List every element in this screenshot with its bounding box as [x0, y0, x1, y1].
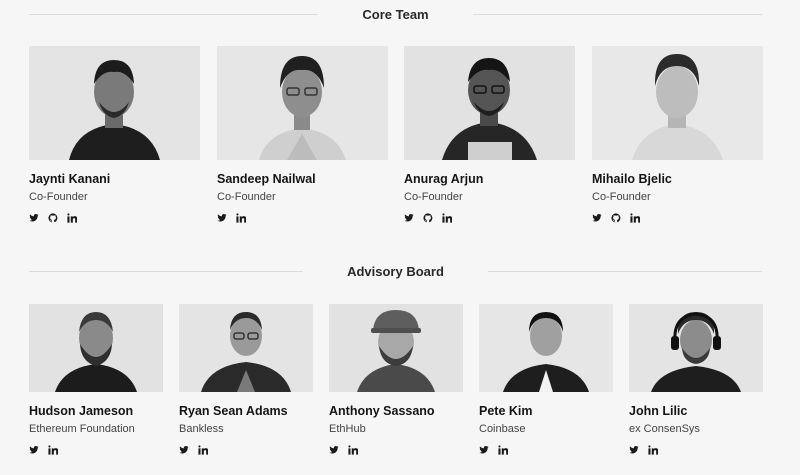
- twitter-icon[interactable]: [29, 213, 39, 223]
- linkedin-icon[interactable]: [67, 213, 77, 223]
- team-member-card: Anurag Arjun Co-Founder: [404, 46, 575, 223]
- linkedin-icon[interactable]: [48, 445, 58, 455]
- advisory-board-header: Advisory Board: [29, 261, 762, 281]
- member-photo: [29, 304, 163, 392]
- member-photo: [479, 304, 613, 392]
- member-name: John Lilic: [629, 404, 688, 418]
- twitter-icon[interactable]: [479, 445, 489, 455]
- member-role: Co-Founder: [29, 191, 88, 203]
- member-name: Anthony Sassano: [329, 404, 435, 418]
- twitter-icon[interactable]: [329, 445, 339, 455]
- team-member-card: Sandeep Nailwal Co-Founder: [217, 46, 388, 223]
- linkedin-icon[interactable]: [198, 445, 208, 455]
- advisor-card: Pete Kim Coinbase: [479, 304, 613, 455]
- member-role: Co-Founder: [592, 191, 651, 203]
- advisor-card: Ryan Sean Adams Bankless: [179, 304, 313, 455]
- section-title: Core Team: [362, 6, 429, 22]
- member-role: Ethereum Foundation: [29, 423, 135, 435]
- member-photo: [329, 304, 463, 392]
- member-photo: [592, 46, 763, 160]
- divider: [487, 270, 762, 272]
- advisor-card: John Lilic ex ConsenSys: [629, 304, 763, 455]
- member-name: Mihailo Bjelic: [592, 172, 672, 186]
- member-role: Co-Founder: [217, 191, 276, 203]
- member-photo: [217, 46, 388, 160]
- divider: [29, 270, 304, 272]
- linkedin-icon[interactable]: [648, 445, 658, 455]
- social-links: [329, 445, 463, 455]
- team-member-card: Mihailo Bjelic Co-Founder: [592, 46, 763, 223]
- member-role: Co-Founder: [404, 191, 463, 203]
- social-links: [179, 445, 313, 455]
- twitter-icon[interactable]: [404, 213, 414, 223]
- advisor-card: Hudson Jameson Ethereum Foundation: [29, 304, 163, 455]
- section-title: Advisory Board: [347, 263, 444, 279]
- member-photo: [29, 46, 200, 160]
- member-name: Jaynti Kanani: [29, 172, 111, 186]
- member-photo: [629, 304, 763, 392]
- github-icon[interactable]: [611, 213, 621, 223]
- twitter-icon[interactable]: [217, 213, 227, 223]
- twitter-icon[interactable]: [29, 445, 39, 455]
- member-name: Hudson Jameson: [29, 404, 134, 418]
- linkedin-icon[interactable]: [348, 445, 358, 455]
- member-name: Ryan Sean Adams: [179, 404, 288, 418]
- social-links: [217, 213, 388, 223]
- linkedin-icon[interactable]: [236, 213, 246, 223]
- team-member-card: Jaynti Kanani Co-Founder: [29, 46, 200, 223]
- divider: [472, 13, 763, 15]
- member-name: Sandeep Nailwal: [217, 172, 316, 186]
- social-links: [29, 445, 163, 455]
- member-role: ex ConsenSys: [629, 423, 700, 435]
- social-links: [592, 213, 763, 223]
- linkedin-icon[interactable]: [630, 213, 640, 223]
- member-photo: [179, 304, 313, 392]
- twitter-icon[interactable]: [592, 213, 602, 223]
- divider: [29, 13, 319, 15]
- member-photo: [404, 46, 575, 160]
- social-links: [629, 445, 763, 455]
- social-links: [479, 445, 613, 455]
- member-name: Anurag Arjun: [404, 172, 484, 186]
- member-role: Coinbase: [479, 423, 526, 435]
- github-icon[interactable]: [423, 213, 433, 223]
- linkedin-icon[interactable]: [442, 213, 452, 223]
- twitter-icon[interactable]: [179, 445, 189, 455]
- member-role: EthHub: [329, 423, 366, 435]
- twitter-icon[interactable]: [629, 445, 639, 455]
- github-icon[interactable]: [48, 213, 58, 223]
- social-links: [404, 213, 575, 223]
- advisor-card: Anthony Sassano EthHub: [329, 304, 463, 455]
- member-role: Bankless: [179, 423, 224, 435]
- social-links: [29, 213, 200, 223]
- core-team-header: Core Team: [29, 4, 763, 24]
- member-name: Pete Kim: [479, 404, 533, 418]
- linkedin-icon[interactable]: [498, 445, 508, 455]
